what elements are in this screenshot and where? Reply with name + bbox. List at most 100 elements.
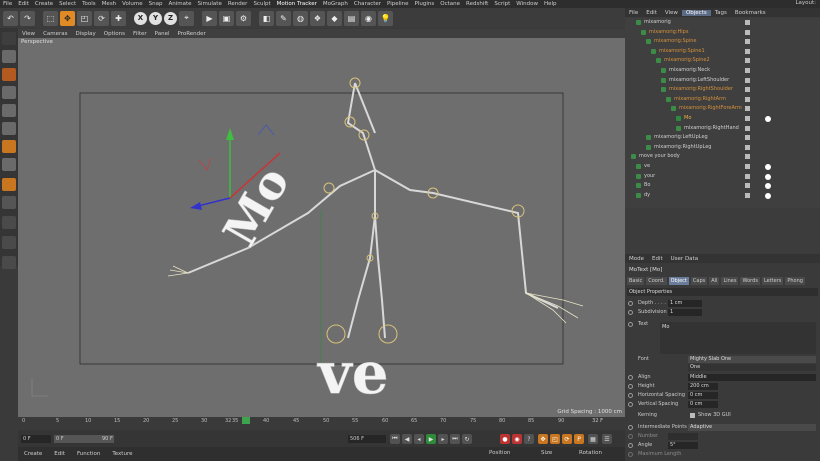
object-row[interactable]: Mo (625, 114, 820, 123)
layout-label[interactable]: Layout: (795, 0, 816, 6)
tab-object[interactable]: Object (668, 277, 689, 285)
tab-all[interactable]: All (709, 277, 720, 285)
material-tag-icon[interactable] (765, 192, 771, 199)
menu-character[interactable]: Character (351, 1, 384, 7)
redo-button[interactable]: ↷ (20, 10, 35, 26)
vspacing-field[interactable]: 0 cm (688, 401, 718, 408)
tab-coord[interactable]: Coord. (646, 277, 667, 285)
object-row[interactable]: mixamorig:LeftUpLeg (625, 133, 820, 142)
object-row[interactable]: move your body (625, 152, 820, 161)
angle-field[interactable]: 5° (668, 442, 698, 449)
viewport-menu-cameras[interactable]: Cameras (39, 31, 71, 37)
enable-axis-icon[interactable] (2, 196, 16, 209)
move-tool-icon[interactable]: ✥ (60, 10, 75, 26)
menu-render[interactable]: Render (225, 1, 251, 7)
edges-mode-icon[interactable] (2, 122, 16, 135)
material-tag-icon[interactable] (765, 116, 771, 122)
workplane-icon[interactable] (2, 86, 16, 99)
pla-key-icon[interactable]: ▦ (588, 434, 598, 444)
param-key-icon[interactable]: P (574, 434, 584, 444)
polygons-mode-icon[interactable] (2, 140, 16, 153)
material-menu-function[interactable]: Function (71, 451, 106, 457)
depth-field[interactable]: 1 cm (668, 300, 702, 307)
show3d-checkbox[interactable] (690, 413, 695, 418)
object-row[interactable]: mixamorig:RightForeArm (625, 104, 820, 113)
visibility-toggle[interactable] (745, 39, 750, 45)
viewport-menu-options[interactable]: Options (100, 31, 129, 37)
visibility-toggle[interactable] (745, 173, 750, 179)
menu-snap[interactable]: Snap (146, 1, 166, 7)
material-tag-icon[interactable] (765, 164, 771, 170)
viewport-menu-panel[interactable]: Panel (151, 31, 174, 37)
model-mode-icon[interactable] (2, 50, 16, 63)
axis-z-button[interactable]: Z (164, 11, 177, 25)
menu-animate[interactable]: Animate (165, 1, 194, 7)
add-tool-icon[interactable]: ✚ (111, 10, 126, 26)
object-row[interactable]: mixamorig (625, 18, 820, 27)
viewport-menu-view[interactable]: View (18, 31, 39, 37)
font-dropdown[interactable]: Mighty Slab One (688, 356, 816, 363)
floor-icon[interactable]: ▤ (344, 10, 359, 26)
material-tag-icon[interactable] (765, 173, 771, 180)
menu-volume[interactable]: Volume (119, 1, 145, 7)
cube-icon[interactable]: ◧ (259, 10, 274, 26)
frame-field[interactable]: 506 F (348, 435, 386, 443)
camera-icon[interactable]: ◉ (361, 10, 376, 26)
planar-workplane-icon[interactable] (2, 236, 16, 249)
viewport-menu-filter[interactable]: Filter (129, 31, 151, 37)
menu-tools[interactable]: Tools (79, 1, 99, 7)
visibility-toggle[interactable] (745, 125, 750, 131)
object-row[interactable]: ve (625, 162, 820, 171)
visibility-toggle[interactable] (745, 154, 750, 160)
visibility-toggle[interactable] (745, 68, 750, 73)
visibility-toggle[interactable] (745, 135, 750, 141)
menu-pipeline[interactable]: Pipeline (384, 1, 412, 7)
material-menu-texture[interactable]: Texture (106, 451, 138, 457)
viewport[interactable]: Perspective Mo ve Grid Spacing : 1000 cm (18, 38, 625, 417)
current-frame-marker[interactable] (242, 417, 250, 424)
menu-octane[interactable]: Octane (437, 1, 463, 7)
locked-workplane-icon[interactable] (2, 216, 16, 229)
timeline-menu-icon[interactable]: ☰ (602, 434, 612, 444)
om-menu-objects[interactable]: Objects (681, 9, 711, 16)
visibility-toggle[interactable] (745, 183, 750, 189)
play-icon[interactable]: ▶ (426, 434, 436, 444)
object-row[interactable]: mixamorig:RightArm (625, 95, 820, 104)
undo-button[interactable]: ↶ (3, 10, 18, 26)
align-dropdown[interactable]: Middle (688, 374, 816, 381)
record-icon[interactable]: ● (500, 434, 510, 444)
select-tool-icon[interactable]: ⬚ (43, 10, 58, 26)
visibility-toggle[interactable] (745, 192, 750, 198)
menu-script[interactable]: Script (491, 1, 513, 7)
light-icon[interactable]: 💡 (378, 10, 393, 26)
menu-redshift[interactable]: Redshift (463, 1, 491, 7)
om-menu-tags[interactable]: Tags (711, 10, 731, 16)
points-mode-icon[interactable] (2, 104, 16, 117)
menu-select[interactable]: Select (56, 1, 79, 7)
tab-basic[interactable]: Basic (627, 277, 645, 285)
next-key-icon[interactable]: ▸ (438, 434, 448, 444)
material-tag-icon[interactable] (765, 183, 771, 190)
visibility-toggle[interactable] (745, 77, 750, 83)
scale-key-icon[interactable]: ◰ (550, 434, 560, 444)
solo-icon[interactable] (2, 256, 16, 269)
tab-caps[interactable]: Caps (690, 277, 708, 285)
axis-y-button[interactable]: Y (149, 11, 162, 25)
object-row[interactable]: mixamorig:Neck (625, 66, 820, 75)
object-row[interactable]: mixamorig:Spine1 (625, 47, 820, 56)
render-settings-icon[interactable]: ⚙ (236, 10, 251, 26)
am-menu-user-data[interactable]: User Data (667, 256, 702, 262)
menu-window[interactable]: Window (513, 1, 541, 7)
menu-sculpt[interactable]: Sculpt (250, 1, 273, 7)
start-frame-field[interactable]: 0 F (21, 435, 51, 443)
visibility-toggle[interactable] (745, 58, 750, 64)
object-row[interactable]: mixamorig:LeftShoulder (625, 76, 820, 85)
material-menu-create[interactable]: Create (18, 451, 48, 457)
tab-letters[interactable]: Letters (761, 277, 784, 285)
deformer-icon[interactable]: ◆ (327, 10, 342, 26)
object-row[interactable]: mixamorig:RightHand (625, 124, 820, 133)
autokey-icon[interactable]: ◉ (512, 434, 522, 444)
rotation-key-icon[interactable]: ⟳ (562, 434, 572, 444)
menu-mesh[interactable]: Mesh (99, 1, 119, 7)
visibility-toggle[interactable] (745, 20, 750, 25)
